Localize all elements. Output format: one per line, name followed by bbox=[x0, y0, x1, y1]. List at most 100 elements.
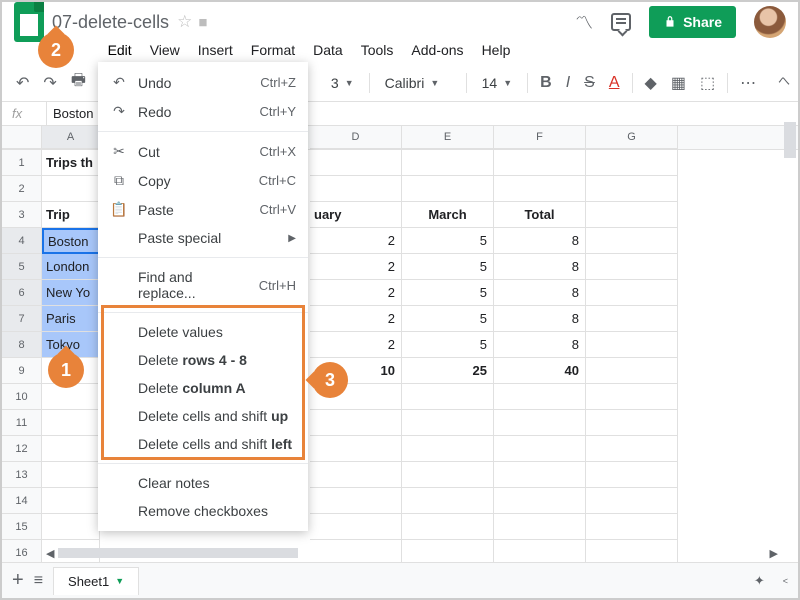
cell[interactable]: March bbox=[402, 202, 494, 228]
folder-icon[interactable]: ■ bbox=[198, 14, 207, 31]
col-header-D[interactable]: D bbox=[310, 126, 402, 149]
merge-button[interactable]: ⬚ bbox=[696, 69, 719, 97]
menu-data[interactable]: Data bbox=[306, 40, 350, 60]
cell[interactable] bbox=[586, 176, 678, 202]
menu-tools[interactable]: Tools bbox=[354, 40, 401, 60]
cell[interactable] bbox=[586, 462, 678, 488]
cell[interactable]: Total bbox=[494, 202, 586, 228]
cell[interactable]: 5 bbox=[402, 332, 494, 358]
cell[interactable] bbox=[402, 410, 494, 436]
comment-icon[interactable] bbox=[611, 13, 631, 31]
menu-help[interactable]: Help bbox=[475, 40, 518, 60]
cell[interactable]: London bbox=[42, 254, 100, 280]
cell[interactable]: Boston bbox=[42, 228, 100, 254]
collapse-toolbar-icon[interactable]: へ bbox=[778, 72, 790, 89]
cell[interactable]: 2 bbox=[310, 306, 402, 332]
row-header[interactable]: 12 bbox=[2, 436, 42, 462]
horizontal-scrollbar[interactable]: ◀▶ bbox=[42, 546, 782, 560]
menu-insert[interactable]: Insert bbox=[191, 40, 240, 60]
menu-paste[interactable]: 📋PasteCtrl+V bbox=[98, 195, 308, 224]
menu-undo[interactable]: ↶UndoCtrl+Z bbox=[98, 68, 308, 97]
cell[interactable]: Paris bbox=[42, 306, 100, 332]
avatar[interactable] bbox=[754, 6, 786, 38]
zoom-drop[interactable]: 3▼ bbox=[324, 72, 361, 94]
all-sheets-button[interactable]: ≡ bbox=[34, 572, 43, 590]
row-header[interactable]: 10 bbox=[2, 384, 42, 410]
menu-redo[interactable]: ↷RedoCtrl+Y bbox=[98, 97, 308, 126]
print-button[interactable]: 🖶 bbox=[67, 65, 90, 100]
cell[interactable] bbox=[586, 280, 678, 306]
cell[interactable] bbox=[494, 384, 586, 410]
explore-button[interactable]: ✦ bbox=[754, 573, 765, 589]
cell[interactable] bbox=[310, 488, 402, 514]
col-header-G[interactable]: G bbox=[586, 126, 678, 149]
cell[interactable]: 40 bbox=[494, 358, 586, 384]
cell[interactable]: 8 bbox=[494, 254, 586, 280]
cell[interactable] bbox=[310, 514, 402, 540]
font-size-select[interactable]: 14▼ bbox=[475, 72, 520, 94]
menu-delete-values[interactable]: Delete values bbox=[98, 318, 308, 346]
row-header[interactable]: 13 bbox=[2, 462, 42, 488]
more-button[interactable]: ⋯ bbox=[736, 69, 760, 97]
cell[interactable] bbox=[586, 306, 678, 332]
cell[interactable] bbox=[586, 514, 678, 540]
row-header[interactable]: 7 bbox=[2, 306, 42, 332]
cell[interactable]: 2 bbox=[310, 332, 402, 358]
trend-icon[interactable]: 〽 bbox=[575, 9, 593, 35]
cell[interactable] bbox=[42, 514, 100, 540]
menu-clear-notes[interactable]: Clear notes bbox=[98, 469, 308, 497]
menu-delete-column[interactable]: Delete column A bbox=[98, 374, 308, 402]
row-header[interactable]: 2 bbox=[2, 176, 42, 202]
cell[interactable]: 2 bbox=[310, 228, 402, 254]
sheet-tab[interactable]: Sheet1▼ bbox=[53, 567, 139, 595]
borders-button[interactable]: ▦ bbox=[667, 69, 690, 97]
cell[interactable]: uary bbox=[310, 202, 402, 228]
cell[interactable] bbox=[494, 514, 586, 540]
cell[interactable] bbox=[494, 488, 586, 514]
italic-button[interactable]: I bbox=[562, 70, 574, 96]
cell[interactable] bbox=[42, 462, 100, 488]
cell[interactable]: 5 bbox=[402, 228, 494, 254]
cell[interactable] bbox=[310, 436, 402, 462]
cell[interactable] bbox=[586, 254, 678, 280]
strike-button[interactable]: S bbox=[580, 70, 599, 96]
cell[interactable] bbox=[402, 488, 494, 514]
cell[interactable] bbox=[402, 436, 494, 462]
vertical-scrollbar[interactable] bbox=[784, 122, 796, 544]
menu-addons[interactable]: Add-ons bbox=[404, 40, 470, 60]
cell[interactable]: 5 bbox=[402, 254, 494, 280]
cell[interactable]: Trips th bbox=[42, 150, 100, 176]
menu-paste-special[interactable]: Paste special▶ bbox=[98, 224, 308, 252]
cell[interactable] bbox=[586, 150, 678, 176]
menu-view[interactable]: View bbox=[143, 40, 187, 60]
undo-button[interactable]: ↶ bbox=[12, 69, 33, 97]
row-header[interactable]: 1 bbox=[2, 150, 42, 176]
cell[interactable] bbox=[586, 488, 678, 514]
cell[interactable] bbox=[494, 176, 586, 202]
cell[interactable] bbox=[42, 176, 100, 202]
cell[interactable] bbox=[494, 150, 586, 176]
cell[interactable]: 2 bbox=[310, 254, 402, 280]
cell[interactable] bbox=[494, 462, 586, 488]
fill-color-button[interactable]: ◆ bbox=[641, 69, 661, 97]
cell[interactable]: 8 bbox=[494, 306, 586, 332]
cell[interactable] bbox=[402, 514, 494, 540]
cell[interactable] bbox=[310, 176, 402, 202]
col-header-F[interactable]: F bbox=[494, 126, 586, 149]
font-select[interactable]: Calibri▼ bbox=[378, 72, 458, 94]
cell[interactable] bbox=[586, 358, 678, 384]
row-header[interactable]: 5 bbox=[2, 254, 42, 280]
row-header[interactable]: 6 bbox=[2, 280, 42, 306]
col-header-E[interactable]: E bbox=[402, 126, 494, 149]
cell[interactable] bbox=[42, 488, 100, 514]
cell[interactable] bbox=[586, 410, 678, 436]
row-header[interactable]: 8 bbox=[2, 332, 42, 358]
cell[interactable] bbox=[310, 150, 402, 176]
cell[interactable] bbox=[402, 462, 494, 488]
menu-edit[interactable]: Edit bbox=[101, 40, 139, 60]
cell[interactable]: 2 bbox=[310, 280, 402, 306]
row-header[interactable]: 15 bbox=[2, 514, 42, 540]
share-button[interactable]: Share bbox=[649, 6, 736, 38]
add-sheet-button[interactable]: + bbox=[12, 569, 24, 592]
redo-button[interactable]: ↷ bbox=[39, 69, 60, 97]
